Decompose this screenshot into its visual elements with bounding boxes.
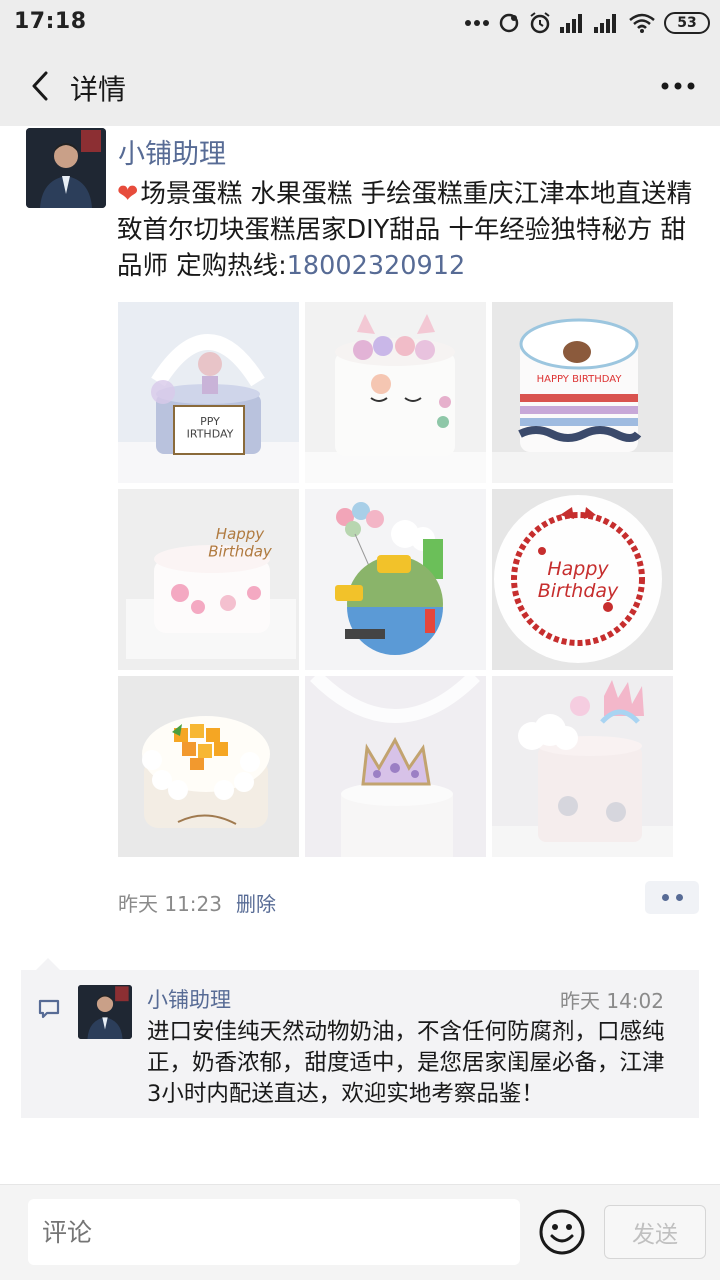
cake-photo-icon <box>118 676 299 857</box>
send-button[interactable]: 发送 <box>604 1205 706 1259</box>
cake-photo-icon: Happy Birthday <box>118 489 299 670</box>
cake-photo-icon: Happy Birthday <box>492 489 673 670</box>
post-image[interactable] <box>305 489 486 670</box>
dot-icon <box>661 894 669 901</box>
dot-icon <box>675 894 683 901</box>
cake-photo-icon: HAPPY BIRTHDAY <box>492 302 673 483</box>
more-options-button[interactable] <box>658 68 698 104</box>
status-icons: 53 <box>464 9 710 37</box>
image-grid: PPY IRTHDAY HAPPY BIRTHDAY Happy Birthda… <box>118 302 673 857</box>
signal-icon-2 <box>594 14 616 33</box>
cake-caption: Happy Birthday <box>208 525 273 560</box>
post-image[interactable] <box>118 676 299 857</box>
wifi-icon <box>629 13 655 33</box>
post-author[interactable]: 小铺助理 <box>118 132 226 171</box>
person-avatar-icon <box>26 128 106 208</box>
post-meta: 昨天 11:23 删除 <box>118 888 276 917</box>
status-bar: 17:18 53 <box>0 0 720 46</box>
comment-input[interactable] <box>28 1199 520 1265</box>
alarm-icon <box>530 12 550 34</box>
post-text: ❤场景蛋糕 水果蛋糕 手绘蛋糕重庆江津本地直送精致首尔切块蛋糕居家DIY甜品 十… <box>117 176 707 284</box>
delete-link[interactable]: 删除 <box>236 892 276 916</box>
signal-icon <box>560 14 582 33</box>
more-horizontal-icon <box>661 82 695 90</box>
back-button[interactable] <box>20 66 60 106</box>
cake-photo-icon <box>305 676 486 857</box>
post-image[interactable]: HAPPY BIRTHDAY <box>492 302 673 483</box>
post-image[interactable] <box>305 676 486 857</box>
battery-icon: 53 <box>664 12 710 34</box>
person-avatar-icon <box>78 985 132 1039</box>
emoji-button[interactable] <box>538 1208 586 1256</box>
post-action-button[interactable] <box>645 881 699 914</box>
comment-icon <box>38 999 60 1019</box>
comment-arrow <box>36 958 60 970</box>
cake-caption: Happy Birthday <box>538 558 619 602</box>
post-image[interactable]: Happy Birthday <box>492 489 673 670</box>
commenter-name[interactable]: 小铺助理 <box>147 984 231 1014</box>
comment-text[interactable]: 进口安佳纯天然动物奶油，不含任何防腐剂，口感纯正，奶香浓郁，甜度适中，是您居家闺… <box>147 1017 677 1110</box>
status-time: 17:18 <box>14 9 87 34</box>
post-image[interactable] <box>492 676 673 857</box>
page-title: 详情 <box>70 73 127 106</box>
sync-icon <box>499 13 519 33</box>
heart-icon: ❤ <box>117 179 139 209</box>
cake-photo-icon <box>305 489 486 670</box>
commenter-avatar[interactable] <box>78 985 132 1039</box>
post-image[interactable]: Happy Birthday <box>118 489 299 670</box>
cake-photo-icon <box>305 302 486 483</box>
comment-time: 昨天 14:02 <box>560 989 664 1013</box>
post-image[interactable]: PPY IRTHDAY <box>118 302 299 483</box>
post-time: 昨天 11:23 <box>118 892 222 916</box>
cake-photo-icon: PPY IRTHDAY <box>118 302 299 483</box>
cake-caption: HAPPY BIRTHDAY <box>537 374 623 385</box>
chevron-left-icon <box>32 71 48 101</box>
more-dots-icon <box>465 20 489 26</box>
cake-photo-icon <box>492 676 673 857</box>
author-avatar[interactable] <box>26 128 106 208</box>
nav-bar: 详情 <box>0 46 720 126</box>
phone-link[interactable]: 18002320912 <box>287 251 465 281</box>
post-image[interactable] <box>305 302 486 483</box>
smiley-icon <box>539 1209 585 1255</box>
